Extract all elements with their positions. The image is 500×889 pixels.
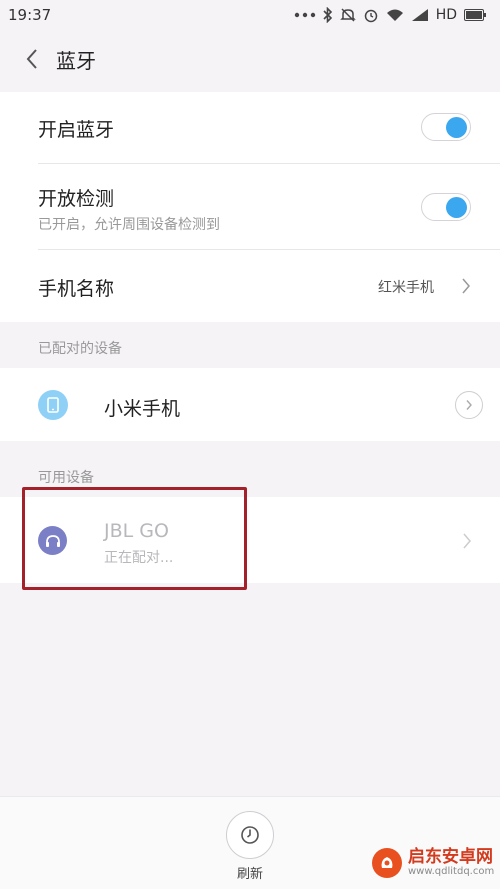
device-details-button[interactable] <box>455 391 483 419</box>
bluetooth-toggle[interactable] <box>421 113 471 141</box>
watermark: 启东安卓网 www.qdlitdq.com <box>372 848 494 878</box>
paired-device-card: 小米手机 <box>0 368 500 441</box>
chevron-right-icon <box>466 400 472 410</box>
watermark-logo-icon <box>372 848 402 878</box>
network-label: HD <box>435 7 457 23</box>
wifi-icon <box>386 8 404 22</box>
status-icons: HD <box>294 7 486 23</box>
toggle-knob <box>446 117 467 138</box>
available-device-row[interactable]: JBL GO 正在配对... <box>0 497 500 583</box>
signal-icon <box>411 8 429 22</box>
discoverable-toggle[interactable] <box>421 193 471 221</box>
toggle-knob <box>446 197 467 218</box>
available-device-card: JBL GO 正在配对... <box>0 497 500 583</box>
phone-icon <box>38 390 68 420</box>
headphones-icon <box>38 526 67 555</box>
refresh-icon <box>241 826 259 844</box>
paired-device-row[interactable]: 小米手机 <box>0 368 500 441</box>
status-bar: 19:37 HD <box>0 0 500 30</box>
mute-icon <box>339 7 356 23</box>
alarm-icon <box>363 7 379 23</box>
more-dots-icon <box>294 12 316 18</box>
watermark-title: 启东安卓网 <box>408 847 493 867</box>
watermark-url: www.qdlitdq.com <box>408 866 495 877</box>
battery-icon <box>464 9 486 21</box>
page-title: 蓝牙 <box>56 48 96 73</box>
bluetooth-row[interactable]: 开启蓝牙 <box>0 92 500 163</box>
status-time: 19:37 <box>8 6 52 24</box>
available-device-status: 正在配对... <box>104 550 174 566</box>
paired-device-name: 小米手机 <box>104 398 181 420</box>
settings-card: 开启蓝牙 开放检测 已开启，允许周围设备检测到 手机名称 红米手机 <box>0 92 500 322</box>
bluetooth-label: 开启蓝牙 <box>38 119 115 141</box>
watermark-text: 启东安卓网 www.qdlitdq.com <box>408 848 494 878</box>
chevron-right-icon <box>463 533 471 549</box>
discoverable-row[interactable]: 开放检测 已开启，允许周围设备检测到 <box>0 164 500 249</box>
header: 蓝牙 <box>0 30 500 88</box>
available-device-name: JBL GO <box>104 520 169 542</box>
device-name-label: 手机名称 <box>38 278 115 300</box>
device-name-value: 红米手机 <box>378 280 434 296</box>
refresh-label: 刷新 <box>236 867 263 882</box>
refresh-button[interactable] <box>226 811 274 859</box>
back-icon[interactable] <box>12 39 52 79</box>
paired-section-label: 已配对的设备 <box>38 341 122 357</box>
discoverable-sub: 已开启，允许周围设备检测到 <box>38 217 220 233</box>
chevron-right-icon <box>462 278 470 294</box>
device-name-row[interactable]: 手机名称 红米手机 <box>0 250 500 322</box>
discoverable-label: 开放检测 <box>38 188 115 210</box>
available-section-label: 可用设备 <box>38 470 94 486</box>
bluetooth-icon <box>323 7 333 23</box>
